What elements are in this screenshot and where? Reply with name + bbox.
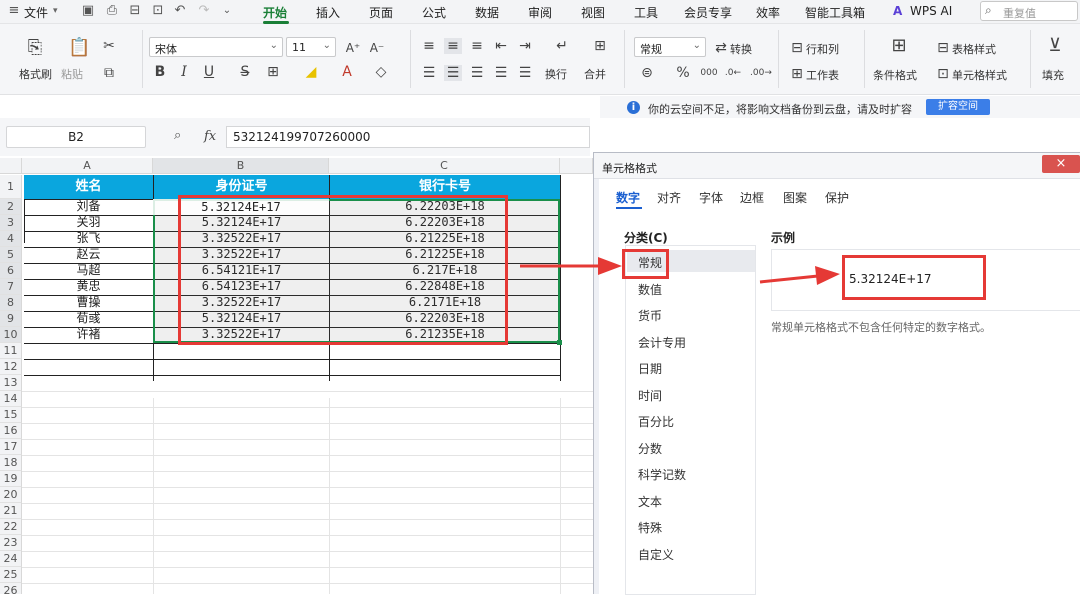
arrow-head-2 — [815, 266, 840, 285]
annotation-arrows — [520, 257, 840, 285]
arrow-head-1 — [598, 257, 622, 275]
arrow-line-2 — [759, 274, 819, 284]
